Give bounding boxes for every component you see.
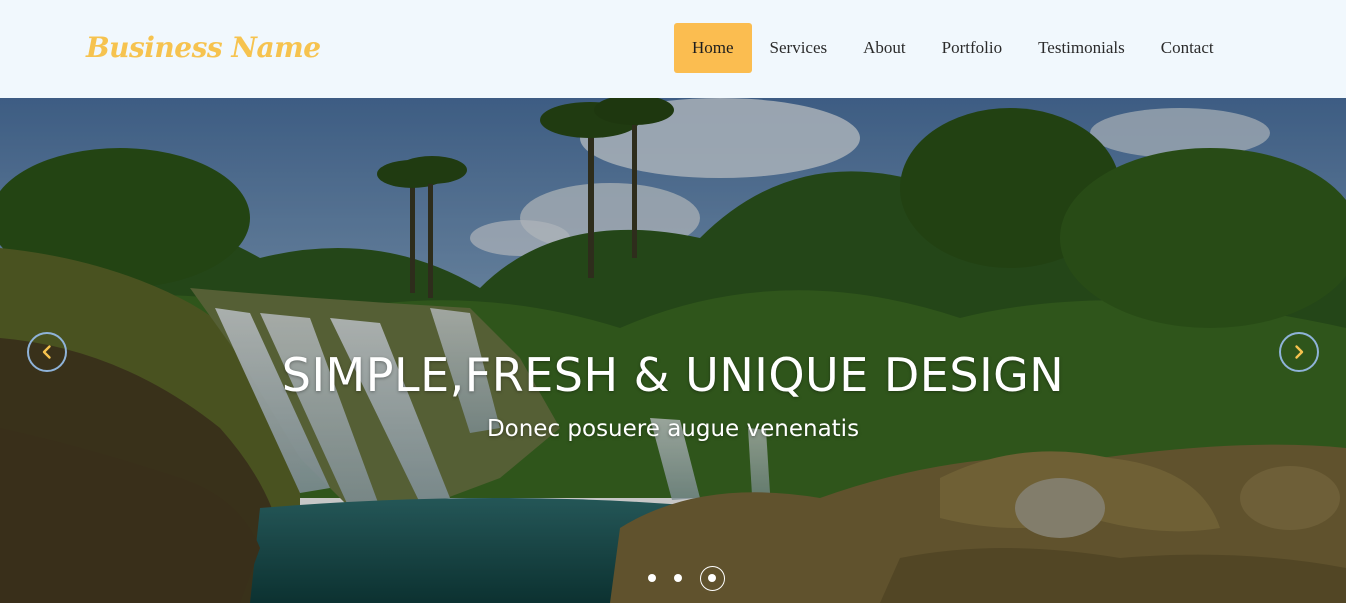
nav-item-contact[interactable]: Contact [1143, 23, 1232, 73]
hero-headline: SIMPLE,FRESH & UNIQUE DESIGN [281, 348, 1065, 402]
chevron-left-icon [42, 345, 51, 359]
carousel-indicators [0, 565, 1346, 591]
nav-item-home[interactable]: Home [674, 23, 752, 73]
nav-item-services[interactable]: Services [752, 23, 846, 73]
main-nav: Home Services About Portfolio Testimonia… [674, 23, 1232, 73]
nav-item-portfolio[interactable]: Portfolio [924, 23, 1020, 73]
carousel-indicator-1[interactable] [647, 574, 656, 582]
carousel-prev-button[interactable] [27, 332, 67, 372]
navbar: Business Name Home Services About Portfo… [0, 0, 1346, 98]
carousel-next-button[interactable] [1279, 332, 1319, 372]
carousel-indicator-3[interactable] [699, 565, 725, 591]
hero-carousel: SIMPLE,FRESH & UNIQUE DESIGN Donec posue… [0, 98, 1346, 603]
brand-logo[interactable]: Business Name [86, 28, 321, 68]
nav-item-testimonials[interactable]: Testimonials [1020, 23, 1143, 73]
chevron-right-icon [1295, 345, 1304, 359]
hero-subheadline: Donec posuere augue venenatis [486, 416, 860, 442]
carousel-indicator-2[interactable] [673, 574, 682, 582]
nav-item-about[interactable]: About [845, 23, 924, 73]
